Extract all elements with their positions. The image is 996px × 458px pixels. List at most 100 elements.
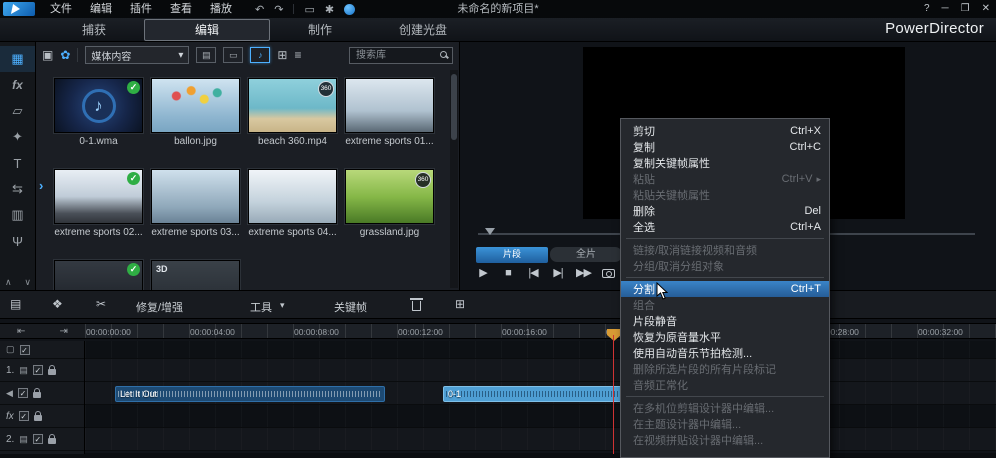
lock-icon[interactable] [48, 438, 56, 444]
menu-item-edit-video-collage[interactable]: 在视频拼贴设计器中编辑... [621, 432, 829, 448]
timeline-tracks[interactable]: Let It Out 0-1 [85, 341, 996, 454]
filter-media-button[interactable]: ▤ [196, 47, 216, 63]
grid-snap-icon[interactable]: ⊞ [455, 297, 465, 311]
help-button[interactable]: ? [924, 0, 930, 18]
media-item[interactable]: extreme sports 04... [248, 169, 337, 238]
menu-play[interactable]: 播放 [201, 0, 241, 18]
voice-over-room-icon[interactable]: Ψ [0, 228, 35, 254]
image-thumbnail[interactable]: 360 [345, 169, 434, 224]
menu-item-edit-multicam[interactable]: 在多机位剪辑设计器中编辑... [621, 400, 829, 416]
settings-gear-icon[interactable]: ✱ [325, 3, 334, 16]
menu-item-cut[interactable]: 剪切 Ctrl+X [621, 123, 829, 139]
undo-icon[interactable]: ↶ [255, 3, 264, 16]
maximize-button[interactable]: ❐ [961, 0, 970, 18]
library-scrollbar[interactable] [450, 70, 458, 288]
track-enable-checkbox[interactable]: ✓ [18, 388, 28, 398]
track-enable-checkbox[interactable]: ✓ [33, 365, 43, 375]
media-item[interactable]: ballon.jpg [151, 78, 240, 147]
tab-produce[interactable]: 制作 [272, 20, 368, 40]
audio-mixing-room-icon[interactable]: ▥ [0, 202, 35, 228]
grid-view-icon[interactable]: ⊞ [277, 48, 287, 62]
tab-create-disc[interactable]: 创建光盘 [368, 20, 478, 40]
track-lane[interactable] [85, 341, 996, 359]
search-icon[interactable] [440, 51, 447, 58]
seek-handle[interactable] [485, 228, 495, 235]
select-move-icon[interactable]: ❖ [52, 297, 63, 311]
tab-movie-mode[interactable]: 全片 [550, 247, 622, 262]
menu-item-remove-clip-marks[interactable]: 删除所选片段的所有片段标记 [621, 361, 829, 377]
trash-icon[interactable] [412, 301, 421, 311]
media-item[interactable]: ✓ extreme sports 02... [54, 169, 143, 238]
image-thumbnail[interactable] [151, 78, 240, 133]
fix-enhance-button[interactable]: 修复/增强 [136, 299, 183, 315]
rail-scroll-down-icon[interactable]: ∨ [24, 277, 31, 288]
track-lane-video2[interactable] [85, 428, 996, 451]
media-room-icon[interactable]: ▦ [0, 46, 35, 72]
video-thumbnail[interactable]: ✓ [54, 260, 143, 290]
video-thumbnail[interactable] [248, 169, 337, 224]
menu-item-combine[interactable]: 组合 [621, 297, 829, 313]
lock-icon[interactable] [48, 369, 56, 375]
plugin-icon[interactable]: ✿ [60, 48, 70, 62]
next-frame-button[interactable]: ▶| [551, 266, 565, 279]
menu-item-mute-clip[interactable]: 片段静音 [621, 313, 829, 329]
media-content-dropdown[interactable]: 媒体内容 ▾ [85, 46, 189, 64]
keyframe-button[interactable]: 关键帧 [334, 299, 367, 315]
menu-item-edit-theme-designer[interactable]: 在主题设计器中编辑... [621, 416, 829, 432]
track-lane-video1[interactable] [85, 359, 996, 382]
media-item[interactable]: ♪ ✓ 0-1.wma [54, 78, 143, 147]
menu-item-paste-keyframe-attrs[interactable]: 粘贴关键帧属性 [621, 187, 829, 203]
range-select-icon[interactable]: ▢ [6, 344, 15, 355]
audio-thumbnail[interactable]: ♪ ✓ [54, 78, 143, 133]
split-scissors-icon[interactable]: ✂ [96, 297, 106, 311]
close-button[interactable]: ✕ [982, 0, 990, 18]
redo-icon[interactable]: ↷ [274, 3, 283, 16]
track-enable-checkbox[interactable]: ✓ [19, 411, 29, 421]
range-out-icon[interactable]: ⇥ [60, 326, 68, 337]
menu-item-paste[interactable]: 粘贴 Ctrl+V ▸ [621, 171, 829, 187]
tab-edit[interactable]: 编辑 [144, 19, 270, 41]
panel-collapse-arrow[interactable]: › [39, 178, 43, 193]
track-enable-checkbox[interactable]: ✓ [33, 434, 43, 444]
menu-item-copy[interactable]: 复制 Ctrl+C [621, 139, 829, 155]
video-thumbnail[interactable]: ✓ [54, 169, 143, 224]
stop-button[interactable]: ■ [501, 267, 515, 279]
menu-edit[interactable]: 编辑 [81, 0, 121, 18]
transition-room-icon[interactable]: ⇆ [0, 176, 35, 202]
scrollbar-thumb[interactable] [451, 74, 457, 140]
menu-item-split[interactable]: 分割 Ctrl+T [621, 281, 829, 297]
particle-room-icon[interactable]: ✦ [0, 124, 35, 150]
menu-view[interactable]: 查看 [161, 0, 201, 18]
tools-button[interactable]: 工具 [250, 299, 272, 315]
menu-item-group-ungroup[interactable]: 分组/取消分组对象 [621, 258, 829, 274]
track-lane-fx[interactable] [85, 405, 996, 428]
menu-item-copy-keyframe-attrs[interactable]: 复制关键帧属性 [621, 155, 829, 171]
timeline-ruler[interactable]: 00:00:00:00 00:00:04:00 00:00:08:00 00:0… [85, 323, 996, 339]
previous-frame-button[interactable]: |◀ [526, 266, 540, 279]
play-button[interactable]: ▶ [476, 266, 490, 279]
range-in-icon[interactable]: ⇤ [17, 326, 25, 337]
menu-item-select-all[interactable]: 全选 Ctrl+A [621, 219, 829, 235]
media-item[interactable]: extreme sports 03... [151, 169, 240, 238]
video-thumbnail[interactable] [151, 169, 240, 224]
video-thumbnail[interactable] [345, 78, 434, 133]
notification-badge-icon[interactable] [344, 4, 355, 15]
import-media-icon[interactable]: ▣ [42, 48, 53, 62]
fast-forward-button[interactable]: ▶▶ [576, 266, 591, 279]
pip-room-icon[interactable]: ▱ [0, 98, 35, 124]
tab-capture[interactable]: 捕获 [46, 20, 142, 40]
effect-room-icon[interactable]: fx [0, 72, 35, 98]
title-room-icon[interactable]: T [0, 150, 35, 176]
menu-plugins[interactable]: 插件 [121, 0, 161, 18]
lock-icon[interactable] [33, 392, 41, 398]
minimize-button[interactable]: ─ [942, 0, 949, 18]
tab-clip-mode[interactable]: 片段 [476, 247, 548, 263]
media-item[interactable]: 360 grassland.jpg [345, 169, 434, 238]
menu-item-link-unlink[interactable]: 链接/取消链接视频和音频 [621, 242, 829, 258]
filter-music-button[interactable]: ♪ [250, 47, 270, 63]
media-item[interactable]: 3D [151, 260, 240, 290]
video-thumbnail[interactable]: 3D [151, 260, 240, 290]
track-checkbox[interactable]: ✓ [20, 345, 30, 355]
menu-item-restore-volume[interactable]: 恢复为原音量水平 [621, 329, 829, 345]
menu-file[interactable]: 文件 [41, 0, 81, 18]
